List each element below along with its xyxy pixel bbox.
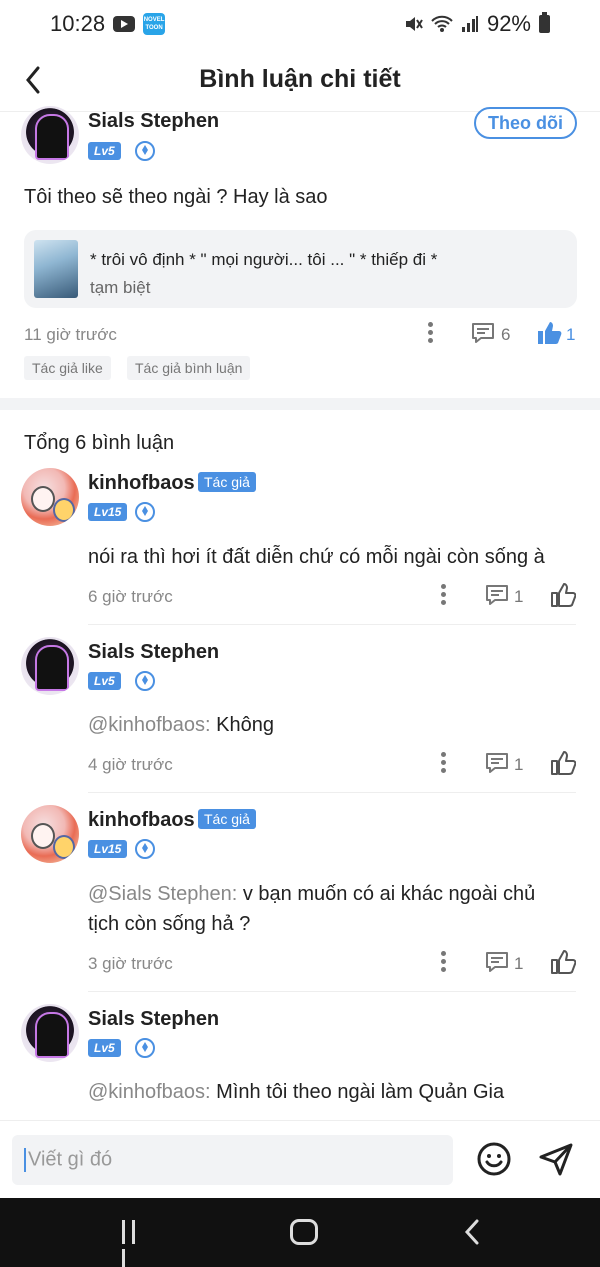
system-nav-bar (0, 1198, 600, 1267)
more-icon[interactable] (441, 584, 447, 606)
comment-text: @Sials Stephen: v bạn muốn có ai khác ng… (88, 879, 568, 939)
comment-input[interactable]: Viết gì đó (12, 1135, 453, 1185)
like-icon[interactable] (550, 750, 576, 776)
status-right: 92% (403, 11, 550, 37)
level-badge: Lv5 (88, 142, 121, 160)
comment-body: Không (216, 714, 275, 736)
recent-apps-icon[interactable] (122, 1220, 148, 1267)
comment-text: nói ra thì hơi ít đất diễn chứ có mỗi ng… (88, 542, 568, 572)
send-icon[interactable] (538, 1141, 574, 1177)
like-icon[interactable] (536, 320, 562, 346)
comment-icon[interactable] (485, 752, 509, 774)
like-icon[interactable] (550, 949, 576, 975)
level-badge: Lv5 (88, 1039, 121, 1057)
mute-icon (405, 17, 423, 31)
quote-box[interactable]: * trôi vô định * " mọi người... tôi ... … (24, 230, 577, 308)
status-bar: 10:28 NOVEL TOON 92% (0, 0, 600, 48)
avatar[interactable] (21, 637, 79, 695)
author-badge: Tác giả (198, 472, 256, 492)
youtube-icon (113, 16, 136, 32)
quote-line-1: * trôi vô định * " mọi người... tôi ... … (90, 250, 438, 269)
comment-author-name[interactable]: kinhofbaos (88, 809, 195, 832)
level-badge: Lv5 (88, 672, 121, 690)
level-badge: Lv15 (88, 503, 128, 521)
gem-icon (135, 1038, 155, 1058)
comment-author-name[interactable]: Sials Stephen (88, 641, 219, 664)
text-caret (24, 1148, 26, 1172)
wifi-icon (431, 15, 453, 32)
mention[interactable]: @kinhofbaos: (88, 714, 211, 736)
signal-icon (461, 16, 478, 32)
more-icon[interactable] (441, 951, 447, 973)
comment-text: @kinhofbaos: Mình tôi theo ngài làm Quản… (88, 1077, 568, 1107)
comment-body: nói ra thì hơi ít đất diễn chứ có mỗi ng… (88, 546, 545, 568)
separator (88, 624, 576, 625)
comment-author-name[interactable]: Sials Stephen (88, 1008, 219, 1031)
gem-icon (135, 502, 155, 522)
author-badge: Tác giả (198, 809, 256, 829)
tag-author-like: Tác giả like (24, 356, 111, 380)
like-icon[interactable] (550, 582, 576, 608)
comment-text: @kinhofbaos: Không (88, 710, 568, 740)
gem-icon (135, 839, 155, 859)
comment-count: 6 (501, 325, 511, 344)
input-placeholder: Viết gì đó (28, 1148, 113, 1171)
more-icon[interactable] (441, 752, 447, 774)
comment-time: 4 giờ trước (88, 755, 173, 774)
page-title: Bình luận chi tiết (199, 65, 401, 93)
more-icon[interactable] (428, 322, 434, 344)
status-time: 10:28 (50, 11, 106, 36)
avatar[interactable] (21, 468, 79, 526)
battery-percent: 92% (486, 11, 531, 36)
reply-count: 1 (514, 755, 524, 774)
comment-input-bar: Viết gì đó (0, 1120, 600, 1198)
level-badge: Lv15 (88, 840, 128, 858)
comment-time: 3 giờ trước (88, 954, 173, 973)
battery-icon (539, 12, 550, 33)
comment-body: Mình tôi theo ngài làm Quản Gia (216, 1081, 505, 1103)
like-count: 1 (566, 325, 576, 344)
quote-line-2: tạm biệt (90, 278, 151, 297)
emoji-icon[interactable] (476, 1141, 512, 1177)
mention[interactable]: @kinhofbaos: (88, 1081, 211, 1103)
separator (88, 792, 576, 793)
home-icon[interactable] (290, 1219, 318, 1245)
follow-button[interactable]: Theo dõi (474, 107, 577, 139)
mention[interactable]: @Sials Stephen: (88, 883, 237, 905)
total-comments: Tổng 6 bình luận (24, 432, 175, 454)
reply-count: 1 (514, 954, 524, 973)
comment-time: 6 giờ trước (88, 587, 173, 606)
avatar[interactable] (21, 805, 79, 863)
novel-toon-icon: NOVEL TOON (143, 13, 166, 35)
system-back-icon[interactable] (462, 1218, 482, 1246)
back-icon[interactable] (22, 64, 46, 96)
gem-icon (135, 671, 155, 691)
tag-author-comment: Tác giả bình luận (127, 356, 251, 380)
comment-icon[interactable] (471, 322, 495, 344)
divider (0, 398, 600, 410)
header: Bình luận chi tiết (0, 48, 600, 112)
post-text: Tôi theo sẽ theo ngài ? Hay là sao (24, 186, 328, 208)
avatar[interactable] (21, 1004, 79, 1062)
comment-icon[interactable] (485, 584, 509, 606)
comment-icon[interactable] (485, 951, 509, 973)
gem-icon (135, 141, 155, 161)
separator (88, 991, 576, 992)
comment-author-name[interactable]: kinhofbaos (88, 472, 195, 495)
avatar[interactable] (21, 106, 79, 164)
post-time: 11 giờ trước (24, 325, 117, 344)
post-author-name[interactable]: Sials Stephen (88, 110, 219, 133)
quote-thumbnail (34, 240, 78, 298)
reply-count: 1 (514, 587, 524, 606)
